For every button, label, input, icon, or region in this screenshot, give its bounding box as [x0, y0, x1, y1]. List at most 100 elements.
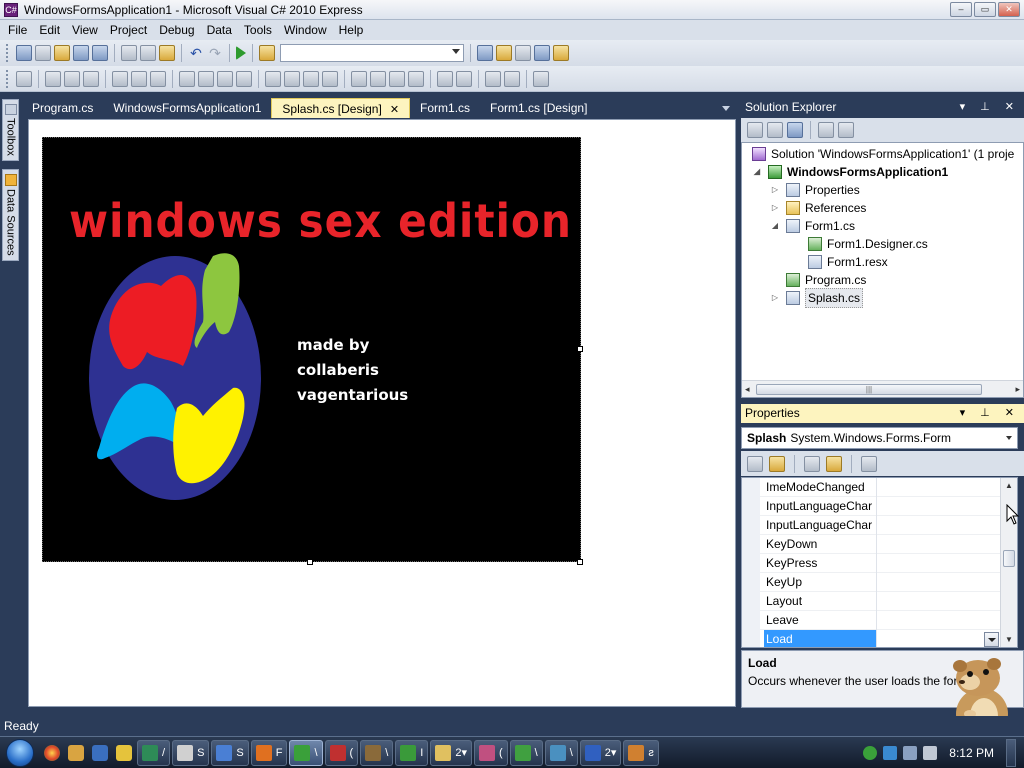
property-row[interactable]: Layout: [742, 592, 1001, 611]
tab-program-cs[interactable]: Program.cs: [22, 98, 103, 118]
menu-window[interactable]: Window: [278, 20, 333, 40]
menu-debug[interactable]: Debug: [153, 20, 200, 40]
solution-explorer-icon[interactable]: [477, 45, 493, 61]
menu-view[interactable]: View: [66, 20, 104, 40]
tab-form1-cs[interactable]: Form1.cs: [410, 98, 480, 118]
horizontal-spacing-decrease-icon[interactable]: [303, 70, 319, 87]
scroll-up-icon[interactable]: ▲: [1005, 481, 1013, 490]
property-grid[interactable]: ImeModeChanged InputLanguageChar InputLa…: [741, 477, 1018, 648]
copy-icon[interactable]: [140, 45, 156, 61]
save-icon[interactable]: [73, 45, 89, 61]
maximize-button[interactable]: ▭: [974, 2, 996, 17]
undo-icon[interactable]: ↶: [188, 45, 204, 61]
chevron-down-icon[interactable]: [1006, 436, 1012, 440]
center-vertically-icon[interactable]: [456, 70, 472, 87]
object-browser-icon[interactable]: [534, 45, 550, 61]
show-desktop-button[interactable]: [1006, 739, 1016, 767]
align-rights-icon[interactable]: [83, 70, 99, 87]
menu-data[interactable]: Data: [201, 20, 238, 40]
property-value[interactable]: [876, 630, 1001, 647]
menu-file[interactable]: File: [2, 20, 33, 40]
tray-app-icon[interactable]: [883, 746, 898, 760]
taskbar-button[interactable]: I: [395, 739, 429, 766]
tray-app-icon[interactable]: [863, 746, 878, 760]
property-value[interactable]: [876, 535, 1001, 554]
align-to-grid-icon[interactable]: [16, 70, 32, 87]
solution-tree[interactable]: Solution 'WindowsFormsApplication1' (1 p…: [741, 142, 1024, 398]
paste-icon[interactable]: [159, 45, 175, 61]
taskbar-button[interactable]: \: [544, 739, 578, 766]
scrollbar-thumb[interactable]: [1003, 550, 1015, 567]
tree-item-program[interactable]: Program.cs: [770, 271, 866, 289]
chrome-icon[interactable]: [44, 744, 60, 761]
menu-project[interactable]: Project: [104, 20, 153, 40]
vertical-spacing-remove-icon[interactable]: [408, 70, 424, 87]
property-value[interactable]: [876, 611, 1001, 630]
align-centers-icon[interactable]: [64, 70, 80, 87]
event-handler-dropdown-icon[interactable]: [984, 632, 999, 647]
tree-item-form1[interactable]: ◢ Form1.cs: [770, 217, 855, 235]
form-designer-surface[interactable]: windows sex edition made by collaberis v…: [28, 119, 736, 707]
taskbar-button-active[interactable]: \: [289, 739, 323, 766]
taskbar-button[interactable]: F: [250, 739, 288, 766]
property-value[interactable]: [876, 554, 1001, 573]
start-debugging-icon[interactable]: [236, 46, 246, 60]
taskbar-button[interactable]: /: [137, 739, 171, 766]
events-lightning-icon[interactable]: [826, 455, 842, 472]
property-value[interactable]: [876, 516, 1001, 535]
property-row[interactable]: InputLanguageChar: [742, 516, 1001, 535]
menu-help[interactable]: Help: [333, 20, 370, 40]
taskbar-button[interactable]: \: [509, 739, 543, 766]
property-row[interactable]: KeyUp: [742, 573, 1001, 592]
bring-to-front-icon[interactable]: [485, 70, 501, 87]
properties-window-icon[interactable]: [496, 45, 512, 61]
add-item-icon[interactable]: [35, 45, 51, 61]
properties-view-icon[interactable]: [804, 455, 820, 472]
resize-handle-right[interactable]: [577, 346, 583, 352]
property-row[interactable]: Leave: [742, 611, 1001, 630]
tree-item-project[interactable]: ◢ WindowsFormsApplication1: [752, 163, 948, 181]
menu-tools[interactable]: Tools: [238, 20, 278, 40]
property-value[interactable]: [876, 497, 1001, 516]
network-icon[interactable]: [903, 746, 918, 760]
tree-item-form1-designer[interactable]: Form1.Designer.cs: [808, 235, 928, 253]
make-same-size-icon[interactable]: [236, 70, 252, 87]
show-desktop-icon[interactable]: [92, 744, 108, 761]
taskbar-button[interactable]: (: [473, 739, 508, 766]
resize-handle-corner[interactable]: [577, 559, 583, 565]
toolbar-grip[interactable]: [6, 44, 10, 62]
make-same-width-icon[interactable]: [179, 70, 195, 87]
toolbar-grip[interactable]: [6, 69, 10, 88]
property-row[interactable]: KeyPress: [742, 554, 1001, 573]
refresh-icon[interactable]: [787, 122, 803, 138]
property-row[interactable]: KeyDown: [742, 535, 1001, 554]
property-row[interactable]: ImeModeChanged: [742, 478, 1001, 497]
horizontal-spacing-equal-icon[interactable]: [265, 70, 281, 87]
center-horizontally-icon[interactable]: [437, 70, 453, 87]
expand-arrow-icon[interactable]: ▷: [770, 199, 780, 217]
show-all-files-icon[interactable]: [767, 122, 783, 138]
tab-order-icon[interactable]: [533, 70, 549, 87]
taskbar-button[interactable]: (: [324, 739, 359, 766]
menu-edit[interactable]: Edit: [33, 20, 66, 40]
resize-handle-bottom[interactable]: [307, 559, 313, 565]
clock[interactable]: 8:12 PM: [949, 746, 994, 760]
taskbar-button[interactable]: S: [211, 739, 249, 766]
close-tab-icon[interactable]: ✕: [390, 104, 399, 116]
open-file-icon[interactable]: [54, 45, 70, 61]
tree-item-references[interactable]: ▷ References: [770, 199, 866, 217]
categorized-icon[interactable]: [747, 455, 763, 472]
property-row-selected[interactable]: Load: [742, 630, 1001, 647]
taskbar-button[interactable]: S: [172, 739, 210, 766]
tab-windowsformsapplication1[interactable]: WindowsFormsApplication1: [103, 98, 271, 118]
alphabetical-icon[interactable]: [769, 455, 785, 472]
taskbar-button[interactable]: 2▾: [579, 739, 622, 766]
property-value[interactable]: [876, 573, 1001, 592]
make-same-height-icon[interactable]: [217, 70, 233, 87]
properties-icon[interactable]: [747, 122, 763, 138]
splash-form[interactable]: windows sex edition made by collaberis v…: [42, 137, 581, 562]
scrollbar-thumb[interactable]: |||: [756, 384, 982, 395]
start-page-icon[interactable]: [553, 45, 569, 61]
taskbar-button[interactable]: \: [360, 739, 394, 766]
save-all-icon[interactable]: [92, 45, 108, 61]
